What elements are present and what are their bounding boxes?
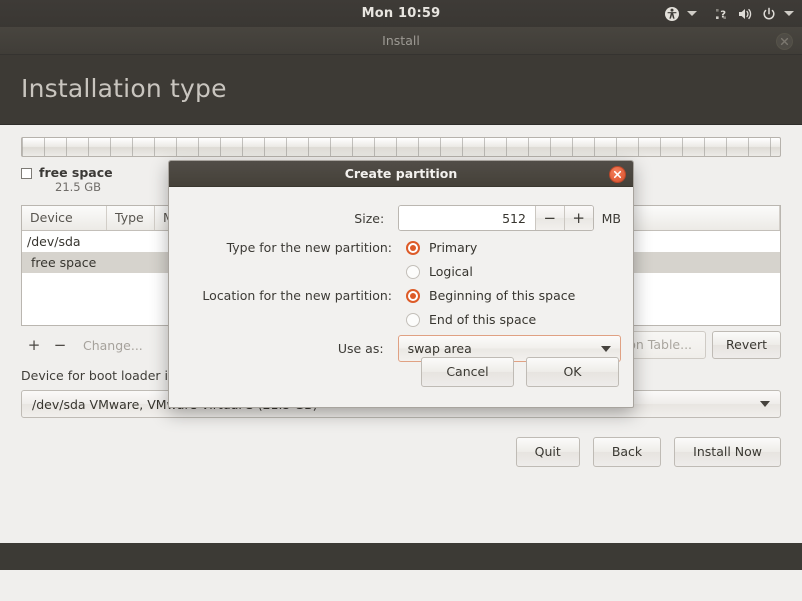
quit-button[interactable]: Quit — [516, 437, 580, 467]
radio-primary-label: Primary — [429, 240, 477, 255]
radio-type-primary[interactable]: Primary — [406, 240, 477, 255]
svg-text:?: ? — [720, 9, 726, 20]
window-title: Install — [0, 27, 802, 54]
column-header-type[interactable]: Type — [107, 206, 155, 230]
radio-location-beginning[interactable]: Beginning of this space — [406, 288, 575, 303]
window-titlebar: Install — [0, 27, 802, 55]
remove-partition-button[interactable]: − — [47, 335, 73, 357]
chevron-down-icon — [760, 401, 770, 407]
dialog-title: Create partition — [169, 161, 633, 186]
radio-end-label: End of this space — [429, 312, 536, 327]
chevron-down-icon-2[interactable] — [784, 11, 794, 16]
radio-beginning-indicator[interactable] — [406, 289, 420, 303]
type-row-primary: Type for the new partition: Primary — [183, 240, 621, 255]
window-close-button[interactable] — [776, 33, 793, 50]
use-as-label: Use as: — [183, 341, 384, 356]
size-decrement-button[interactable]: − — [535, 206, 564, 230]
partition-usage-bar — [21, 137, 781, 157]
add-partition-button[interactable]: + — [21, 335, 47, 357]
partition-legend: free space 21.5 GB — [21, 165, 113, 195]
size-row: Size: 512 − + MB — [183, 205, 621, 231]
dialog-close-button[interactable] — [609, 166, 626, 183]
volume-icon[interactable] — [737, 6, 754, 22]
create-partition-dialog: Create partition Size: 512 − + MB Typ — [168, 160, 634, 408]
back-button[interactable]: Back — [593, 437, 661, 467]
radio-type-logical[interactable]: Logical — [406, 264, 473, 279]
radio-location-end[interactable]: End of this space — [406, 312, 536, 327]
legend-size-free-space: 21.5 GB — [55, 180, 113, 195]
accessibility-icon[interactable] — [664, 6, 680, 22]
radio-beginning-label: Beginning of this space — [429, 288, 575, 303]
size-unit-label: MB — [602, 211, 621, 226]
wizard-actions: Quit Back Install Now — [516, 437, 781, 467]
size-input[interactable]: 512 — [399, 206, 535, 230]
dialog-body: Size: 512 − + MB Type for the new partit… — [169, 187, 633, 408]
dialog-actions: Cancel OK — [421, 357, 619, 387]
window-footer-strip — [0, 543, 802, 570]
chevron-down-icon[interactable] — [687, 11, 697, 16]
screen: Mon 10:59 ? — [0, 0, 802, 601]
desktop-top-panel: Mon 10:59 ? — [0, 0, 802, 27]
legend-swatch-free-space — [21, 168, 32, 179]
size-label: Size: — [183, 211, 384, 226]
keyboard-indicator-icon[interactable]: ? — [714, 6, 730, 22]
revert-button[interactable]: Revert — [712, 331, 781, 359]
chevron-down-icon — [601, 346, 611, 352]
radio-end-indicator[interactable] — [406, 313, 420, 327]
column-header-device[interactable]: Device — [22, 206, 107, 230]
dialog-titlebar: Create partition — [169, 161, 633, 187]
size-stepper[interactable]: 512 − + — [398, 205, 593, 231]
page-title: Installation type — [21, 74, 227, 103]
power-icon[interactable] — [761, 6, 777, 22]
location-row-beginning: Location for the new partition: Beginnin… — [183, 288, 621, 303]
change-partition-button[interactable]: Change... — [83, 335, 143, 357]
ok-button[interactable]: OK — [526, 357, 619, 387]
install-now-button[interactable]: Install Now — [674, 437, 781, 467]
type-label: Type for the new partition: — [183, 240, 392, 255]
cancel-button[interactable]: Cancel — [421, 357, 514, 387]
radio-logical-indicator[interactable] — [406, 265, 420, 279]
legend-label-free-space: free space — [39, 165, 113, 180]
use-as-value: swap area — [408, 341, 601, 356]
radio-primary-indicator[interactable] — [406, 241, 420, 255]
window-header: Installation type — [0, 55, 802, 125]
location-label: Location for the new partition: — [183, 288, 392, 303]
radio-logical-label: Logical — [429, 264, 473, 279]
partition-toolbar: + − Change... — [21, 335, 143, 357]
system-tray: ? — [664, 0, 794, 27]
size-increment-button[interactable]: + — [564, 206, 593, 230]
